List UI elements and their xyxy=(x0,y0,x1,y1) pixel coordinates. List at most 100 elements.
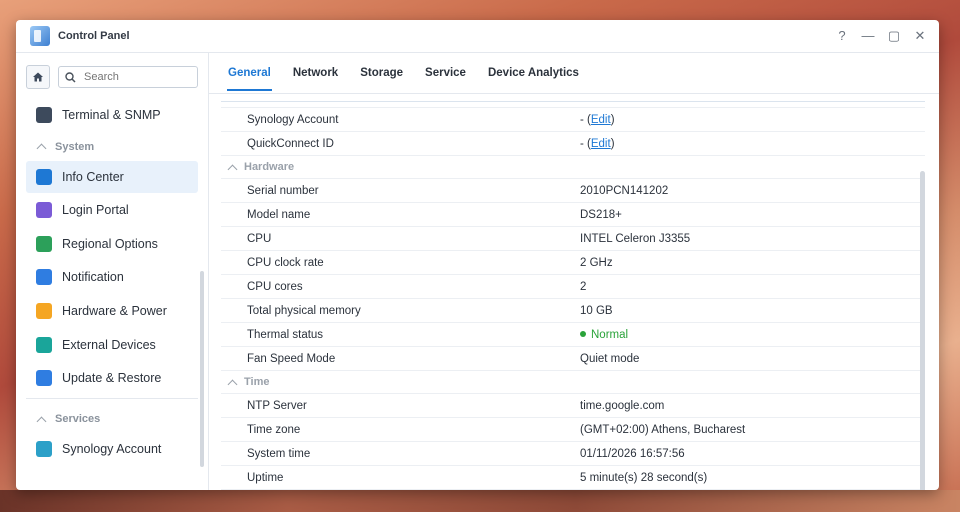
sidebar-item-label: Update & Restore xyxy=(62,371,162,386)
sidebar-item-external-devices[interactable]: External Devices xyxy=(26,329,198,361)
sidebar-list: Terminal & SNMP System Info Center Login Po… xyxy=(26,99,198,467)
thermal-status-value: Normal xyxy=(591,328,629,341)
row-value-cell: 2 GHz xyxy=(580,257,925,269)
sidebar-item-info-center[interactable]: Info Center xyxy=(26,160,198,193)
sidebar-item-label: Info Center xyxy=(62,169,124,184)
table-row: CPU clock rate 2 GHz xyxy=(221,251,925,275)
sidebar-item-label: External Devices xyxy=(62,337,156,352)
help-button[interactable]: ? xyxy=(831,28,853,44)
row-value-cell: 2010PCN141202 xyxy=(580,185,925,197)
row-value-cell: 10 GB xyxy=(580,305,925,317)
table-row: NTP Server time.google.com xyxy=(221,394,925,418)
row-value-cell: - (Edit) xyxy=(580,138,925,150)
chevron-up-icon xyxy=(36,416,47,427)
row-value-cell: time.google.com xyxy=(580,400,925,412)
status-dot-icon xyxy=(580,331,586,338)
row-label: Serial number xyxy=(247,184,319,197)
row-value: (GMT+02:00) Athens, Bucharest xyxy=(580,423,746,436)
minimize-button[interactable]: — xyxy=(857,28,879,44)
table-row: CPU INTEL Celeron J3355 xyxy=(221,227,925,251)
row-label: QuickConnect ID xyxy=(247,137,334,150)
sidebar-item-label: Notification xyxy=(62,270,124,285)
tab-storage[interactable]: Storage xyxy=(359,67,404,79)
tab-general[interactable]: General xyxy=(227,67,272,91)
table-row: System time 01/11/2026 16:57:56 xyxy=(221,442,925,466)
value-prefix: - ( xyxy=(580,137,591,150)
sidebar-item-label: Hardware & Power xyxy=(62,303,167,318)
search-box[interactable] xyxy=(58,66,198,88)
row-value: 2 GHz xyxy=(580,256,613,269)
value-prefix: - ( xyxy=(580,113,591,126)
sidebar-item-update-restore[interactable]: Update & Restore xyxy=(26,362,198,394)
home-button[interactable] xyxy=(26,65,50,89)
sidebar-item-login-portal[interactable]: Login Portal xyxy=(26,194,198,226)
row-value-cell: 5 minute(s) 28 second(s) xyxy=(580,472,925,484)
external-device-icon xyxy=(36,336,52,353)
row-label: NTP Server xyxy=(247,399,307,412)
row-value: time.google.com xyxy=(580,399,665,412)
sidebar-item-terminal-snmp[interactable]: Terminal & SNMP xyxy=(26,99,198,131)
notification-icon xyxy=(36,269,52,286)
row-label: Uptime xyxy=(247,471,284,484)
row-label: Synology Account xyxy=(247,113,339,126)
sidebar-scrollbar[interactable] xyxy=(200,271,204,467)
row-value-cell: - (Edit) xyxy=(580,114,925,126)
row-value-cell: (GMT+02:00) Athens, Bucharest xyxy=(580,424,925,436)
synology-account-icon xyxy=(36,441,52,458)
chevron-up-icon xyxy=(227,164,238,174)
row-value-cell: 01/11/2026 16:57:56 xyxy=(580,448,925,460)
close-button[interactable]: ✕ xyxy=(909,28,931,44)
tab-bar: General Network Storage Service Device Analy… xyxy=(209,53,939,94)
search-input[interactable] xyxy=(82,70,186,84)
sidebar-item-hardware-power[interactable]: Hardware & Power xyxy=(26,295,198,327)
sidebar-section-services[interactable]: Services xyxy=(26,405,198,433)
section-header-time[interactable]: Time xyxy=(221,371,925,394)
row-label: Total physical memory xyxy=(247,304,361,317)
tab-device-analytics[interactable]: Device Analytics xyxy=(487,67,580,79)
sidebar-item-regional-options[interactable]: Regional Options xyxy=(26,228,198,260)
lightbulb-icon xyxy=(36,302,52,319)
table-row: Time zone (GMT+02:00) Athens, Bucharest xyxy=(221,418,925,442)
table-row: Fan Speed Mode Quiet mode xyxy=(221,347,925,371)
sidebar: Terminal & SNMP System Info Center Login Po… xyxy=(16,53,209,490)
content-scrollbar[interactable] xyxy=(920,171,925,490)
table-row: Thermal status Normal xyxy=(221,323,925,347)
tab-service[interactable]: Service xyxy=(424,67,467,79)
sidebar-item-label: Synology Account xyxy=(62,442,162,457)
row-label: Thermal status xyxy=(247,328,324,341)
row-value-cell: Quiet mode xyxy=(580,353,925,365)
login-portal-icon xyxy=(36,202,52,219)
section-label: Time xyxy=(244,376,270,388)
sidebar-item-synology-account[interactable]: Synology Account xyxy=(26,433,198,465)
row-label: CPU clock rate xyxy=(247,256,324,269)
section-header-hardware[interactable]: Hardware xyxy=(221,156,925,179)
table-row: Total physical memory 10 GB xyxy=(221,299,925,323)
table-row: Serial number 2010PCN141202 xyxy=(221,179,925,203)
sidebar-section-system[interactable]: System xyxy=(26,133,198,161)
row-value-cell: DS218+ xyxy=(580,209,925,221)
row-label: System time xyxy=(247,447,311,460)
sidebar-divider xyxy=(26,398,198,400)
row-label: CPU cores xyxy=(247,280,303,293)
edit-link[interactable]: Edit xyxy=(591,138,611,150)
maximize-button[interactable]: ▢ xyxy=(883,28,905,44)
control-panel-window: Control Panel ? — ▢ ✕ Terminal & SNMP Sys… xyxy=(16,20,939,490)
tab-network[interactable]: Network xyxy=(292,67,339,79)
row-label: Fan Speed Mode xyxy=(247,352,336,365)
row-label: Time zone xyxy=(247,423,301,436)
edit-link[interactable]: Edit xyxy=(591,114,611,126)
sidebar-section-label: System xyxy=(55,140,95,153)
table-row: Model name DS218+ xyxy=(221,203,925,227)
row-value: 10 GB xyxy=(580,304,613,317)
sidebar-item-notification[interactable]: Notification xyxy=(26,261,198,293)
table-row: Synology Account - (Edit) xyxy=(221,108,925,132)
row-value-cell: Normal xyxy=(580,329,925,341)
row-label: Model name xyxy=(247,208,311,221)
row-value: 2 xyxy=(580,280,587,293)
row-value: DS218+ xyxy=(580,208,622,221)
row-label: CPU xyxy=(247,232,272,245)
desktop-wallpaper xyxy=(0,490,960,512)
chevron-up-icon xyxy=(227,379,238,389)
sidebar-section-label: Services xyxy=(55,413,101,426)
info-table: Synology Account - (Edit) QuickConnect ID -… xyxy=(221,101,925,490)
